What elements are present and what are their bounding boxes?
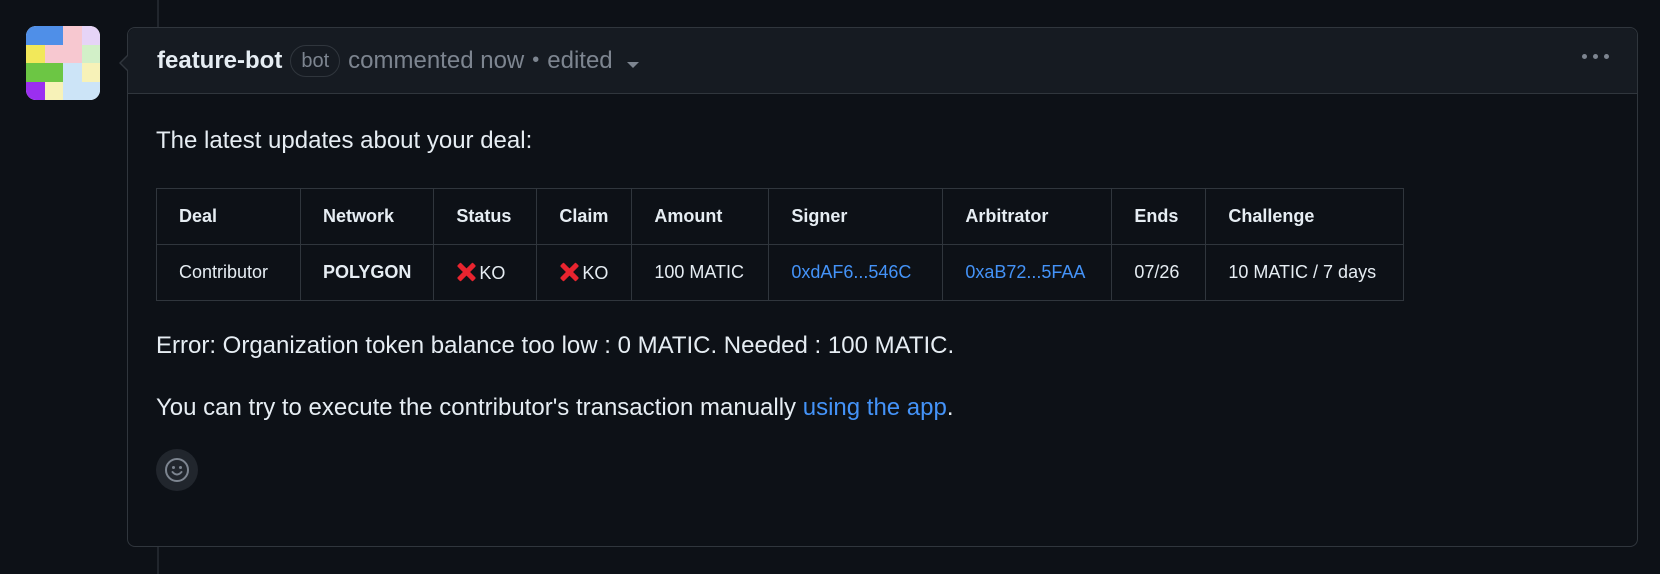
header-challenge: Challenge [1205, 188, 1405, 245]
header-amount: Amount [631, 188, 770, 245]
using-the-app-link[interactable]: using the app [803, 394, 947, 421]
comment-box: feature-bot bot commented now • edited T… [119, 27, 1638, 547]
comment-header: feature-bot bot commented now • edited [128, 28, 1637, 94]
edited-dropdown[interactable]: edited [547, 46, 639, 75]
header-status: Status [433, 188, 538, 245]
comment-body: The latest updates about your deal: Deal… [128, 94, 1637, 423]
kebab-horizontal-icon[interactable] [1582, 54, 1609, 59]
try-manually-text: You can try to execute the contributor's… [156, 393, 1609, 423]
cell-amount: 100 MATIC [631, 244, 770, 301]
try-text: You can try to execute the contributor's… [156, 394, 797, 421]
arbitrator-link[interactable]: 0xaB72...5FAA [965, 262, 1085, 282]
header-ends: Ends [1111, 188, 1207, 245]
header-deal: Deal [156, 188, 301, 245]
table-row: Contributor POLYGON KO KO 100 MATIC 0xdA… [156, 244, 1405, 301]
header-claim: Claim [536, 188, 633, 245]
table-header-row: Deal Network Status Claim Amount Signer … [156, 188, 1405, 245]
triangle-down-icon [626, 61, 639, 68]
meta-separator: • [532, 49, 540, 71]
signer-link[interactable]: 0xdAF6...546C [791, 262, 911, 282]
x-mark-icon [559, 262, 579, 282]
add-reaction-button[interactable] [156, 449, 198, 491]
claim-value: KO [582, 262, 609, 283]
author-name[interactable]: feature-bot [157, 47, 282, 75]
bot-badge: bot [290, 44, 341, 77]
cell-ends: 07/26 [1111, 244, 1207, 301]
deal-table: Deal Network Status Claim Amount Signer … [156, 188, 1405, 301]
header-network: Network [299, 188, 435, 245]
cell-arbitrator: 0xaB72...5FAA [942, 244, 1113, 301]
cell-status: KO [433, 244, 538, 301]
status-value: KO [479, 262, 506, 283]
cell-claim: KO [536, 244, 633, 301]
x-mark-icon [456, 262, 476, 282]
header-arbitrator: Arbitrator [942, 188, 1113, 245]
cell-signer: 0xdAF6...546C [768, 244, 944, 301]
cell-network: POLYGON [299, 244, 435, 301]
edited-label: edited [547, 46, 613, 74]
cell-deal: Contributor [156, 244, 301, 301]
cell-challenge: 10 MATIC / 7 days [1205, 244, 1405, 301]
intro-text: The latest updates about your deal: [156, 127, 533, 154]
smiley-icon [165, 458, 189, 482]
try-end: . [946, 394, 954, 421]
comment-timestamp[interactable]: commented now [348, 47, 524, 75]
bot-avatar[interactable] [26, 26, 100, 100]
error-message: Error: Organization token balance too lo… [156, 332, 955, 359]
header-signer: Signer [768, 188, 944, 245]
